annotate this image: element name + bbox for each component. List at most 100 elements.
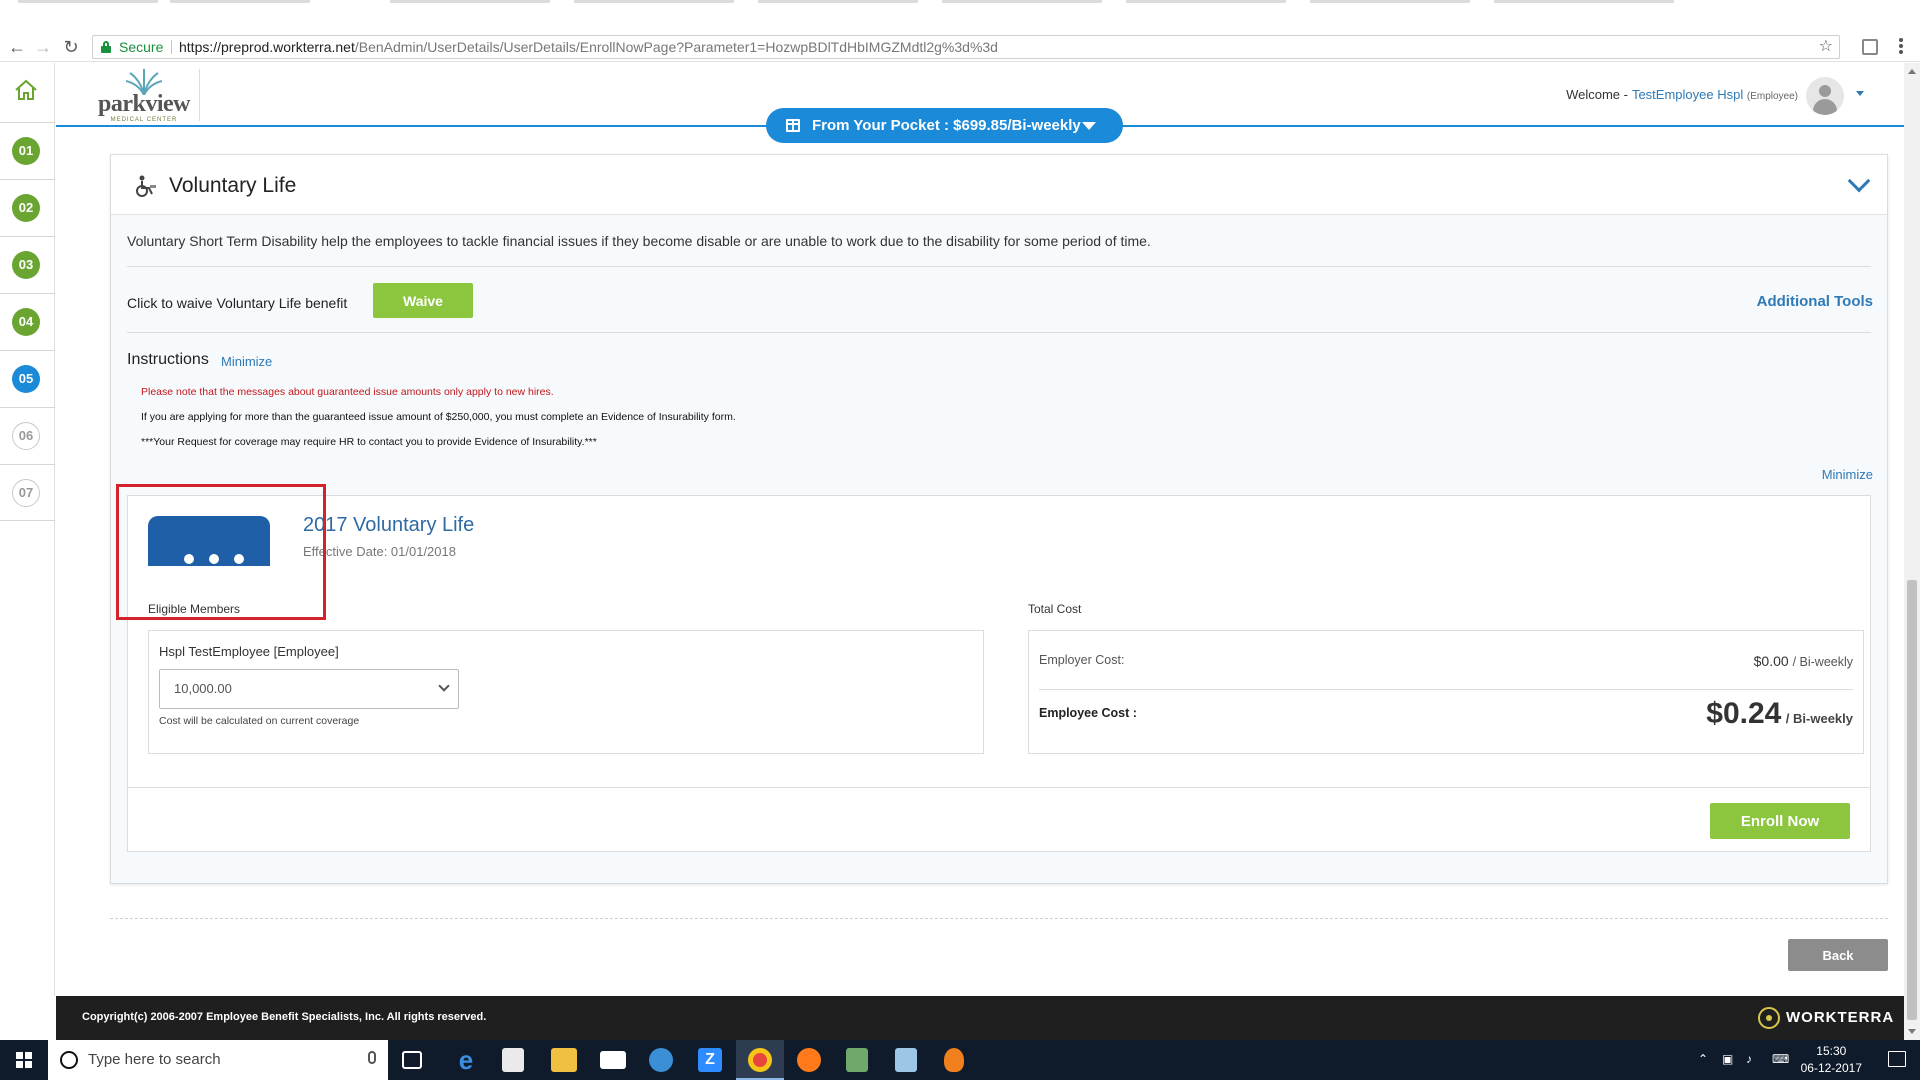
chevron-down-icon: [438, 680, 450, 692]
file-explorer-icon[interactable]: [551, 1048, 577, 1072]
employer-cost-value: $0.00 / Bi-weekly: [1754, 653, 1853, 669]
browser-menu-icon[interactable]: [1896, 36, 1906, 58]
browser-tab[interactable]: [390, 0, 550, 3]
network-icon[interactable]: ▣: [1722, 1052, 1733, 1066]
employee-cost-label: Employee Cost :: [1039, 706, 1137, 720]
waive-label: Click to waive Voluntary Life benefit: [127, 295, 348, 311]
action-center-icon[interactable]: [1888, 1051, 1906, 1067]
url-separator: [171, 40, 172, 54]
secure-label: Secure: [119, 39, 164, 55]
home-icon[interactable]: [14, 79, 38, 101]
step-02[interactable]: 02: [0, 179, 55, 236]
user-menu-caret-icon[interactable]: [1856, 91, 1864, 96]
browser-tab[interactable]: [1494, 0, 1674, 3]
windows-taskbar: Type here to search e Z ⌃ ▣ ♪ ⌨ 15:30 06…: [0, 1040, 1920, 1080]
from-your-pocket-dropdown[interactable]: From Your Pocket : $699.85/Bi-weekly: [766, 108, 1123, 143]
address-bar[interactable]: Secure https://preprod.workterra.net/Ben…: [92, 35, 1840, 59]
step-number: 07: [12, 479, 40, 507]
keyboard-icon[interactable]: ⌨: [1772, 1052, 1789, 1066]
taskbar-search-box[interactable]: Type here to search: [48, 1040, 388, 1080]
instructions-minimize-link[interactable]: Minimize: [221, 354, 272, 369]
chrome-icon[interactable]: [748, 1048, 772, 1072]
page-scrollbar[interactable]: [1904, 63, 1920, 1040]
additional-tools-link[interactable]: Additional Tools: [1757, 293, 1873, 310]
employer-cost-label: Employer Cost:: [1039, 653, 1125, 667]
enroll-now-button[interactable]: Enroll Now: [1710, 803, 1850, 839]
browser-tab[interactable]: [758, 0, 918, 3]
zoom-app-icon[interactable]: Z: [698, 1048, 722, 1072]
employee-cost-amount: $0.24: [1706, 697, 1782, 730]
panel-header[interactable]: Voluntary Life: [111, 155, 1887, 215]
divider: [127, 266, 1871, 267]
waive-button[interactable]: Waive: [373, 283, 473, 318]
wheelchair-icon: [136, 175, 156, 197]
user-avatar-icon[interactable]: [1806, 77, 1844, 115]
step-06[interactable]: 06: [0, 407, 55, 464]
gift-icon: [786, 119, 800, 132]
browser-tab[interactable]: [1126, 0, 1286, 3]
extension-icon[interactable]: [1862, 39, 1878, 55]
browser-tab[interactable]: [574, 0, 734, 3]
welcome-label: Welcome -: [1566, 87, 1628, 102]
browser-tab[interactable]: [942, 0, 1102, 3]
volume-icon[interactable]: ♪: [1746, 1052, 1752, 1066]
instruction-line: If you are applying for more than the gu…: [141, 411, 736, 423]
welcome-text: Welcome - TestEmployee Hspl (Employee): [1566, 87, 1798, 102]
divider: [127, 332, 1871, 333]
plan-name-link[interactable]: 2017 Voluntary Life: [303, 514, 474, 537]
clock-time: 15:30: [1816, 1044, 1847, 1058]
network-app-icon[interactable]: [649, 1048, 673, 1072]
step-07[interactable]: 07: [0, 464, 55, 521]
url-path: /BenAdmin/UserDetails/UserDetails/Enroll…: [354, 39, 998, 55]
step-sidebar: 01 02 03 04 05 06 07: [0, 63, 55, 996]
employer-cost-period: / Bi-weekly: [1792, 655, 1853, 669]
forward-arrow-icon[interactable]: →: [32, 36, 54, 58]
copyright-text: Copyright(c) 2006-2007 Employee Benefit …: [82, 1011, 487, 1023]
url-text: https://preprod.workterra.net/BenAdmin/U…: [179, 36, 998, 58]
parkview-logo[interactable]: parkview MEDICAL CENTER: [86, 69, 202, 123]
windows-start-icon[interactable]: [16, 1052, 32, 1068]
browser-tab[interactable]: [1310, 0, 1470, 3]
plan-minimize-link[interactable]: Minimize: [1822, 467, 1873, 482]
firefox-icon[interactable]: [797, 1048, 821, 1072]
scroll-down-icon[interactable]: [1908, 1029, 1916, 1034]
instructions-heading: Instructions: [127, 351, 209, 368]
spreadsheet-app-icon[interactable]: [846, 1048, 868, 1072]
step-number: 05: [12, 365, 40, 393]
browser-tab[interactable]: [18, 0, 158, 3]
store-icon[interactable]: [502, 1048, 524, 1072]
mail-icon[interactable]: [600, 1051, 626, 1069]
divider: [1039, 689, 1853, 690]
coverage-amount-select[interactable]: 10,000.00: [159, 669, 459, 709]
employee-cost-value: $0.24 / Bi-weekly: [1706, 697, 1853, 731]
flame-app-icon[interactable]: [944, 1048, 964, 1072]
microphone-icon[interactable]: [368, 1051, 376, 1064]
step-01[interactable]: 01: [0, 122, 55, 179]
step-number: 04: [12, 308, 40, 336]
user-name-link[interactable]: TestEmployee Hspl: [1632, 87, 1743, 102]
tray-overflow-icon[interactable]: ⌃: [1698, 1052, 1708, 1066]
search-placeholder: Type here to search: [88, 1051, 221, 1068]
document-app-icon[interactable]: [895, 1048, 917, 1072]
benefit-description: Voluntary Short Term Disability help the…: [127, 233, 1151, 249]
bookmark-star-icon[interactable]: ☆: [1819, 36, 1833, 58]
step-number: 02: [12, 194, 40, 222]
edge-browser-icon[interactable]: e: [453, 1047, 479, 1073]
back-button[interactable]: Back: [1788, 939, 1888, 971]
step-04[interactable]: 04: [0, 293, 55, 350]
annotation-highlight-box: [116, 484, 326, 620]
step-03[interactable]: 03: [0, 236, 55, 293]
step-number: 01: [12, 137, 40, 165]
browser-address-row: ← → ↻ Secure https://preprod.workterra.n…: [0, 32, 1920, 62]
step-05[interactable]: 05: [0, 350, 55, 407]
member-name: Hspl TestEmployee [Employee]: [159, 644, 339, 659]
dashed-divider: [110, 918, 1888, 919]
back-arrow-icon[interactable]: ←: [6, 36, 28, 58]
scroll-up-icon[interactable]: [1908, 69, 1916, 74]
task-view-icon[interactable]: [402, 1051, 422, 1069]
collapse-chevron-icon[interactable]: [1847, 169, 1871, 193]
browser-tab[interactable]: [170, 0, 310, 3]
system-clock[interactable]: 15:30 06-12-2017: [1801, 1043, 1862, 1077]
scrollbar-thumb[interactable]: [1907, 580, 1917, 1020]
reload-icon[interactable]: ↻: [60, 36, 82, 58]
